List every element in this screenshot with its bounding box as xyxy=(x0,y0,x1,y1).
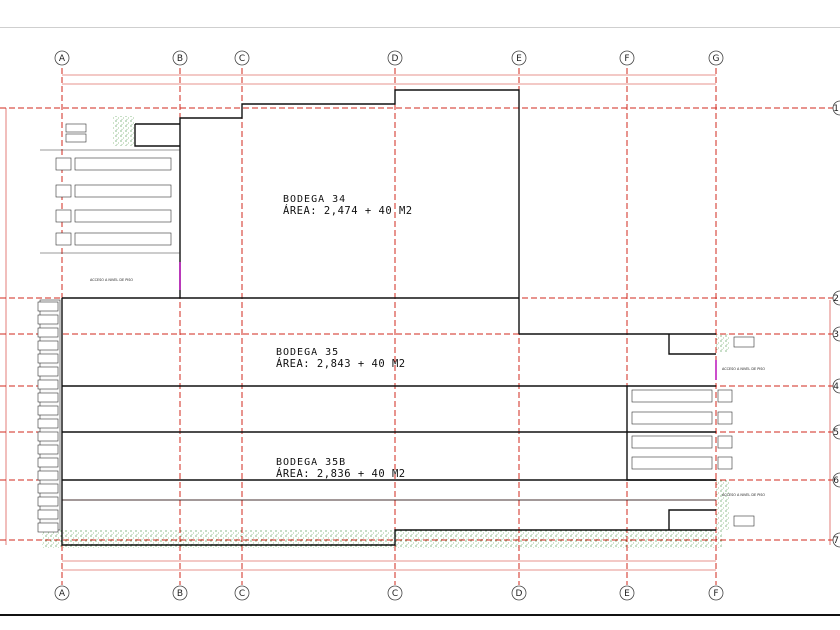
room-area-bodega-35b: ÁREA: 2,836 + 40 M2 xyxy=(276,467,406,480)
floor-plan: A B C D E F G A B C C D E F 1 2 3 4 5 6 … xyxy=(0,50,840,601)
car xyxy=(37,405,59,416)
car xyxy=(37,301,59,312)
grid-label-top-g: G xyxy=(713,54,720,64)
truck-cab xyxy=(55,209,72,223)
access-note-right-bottom: ACCESO A NIVEL DE PISO xyxy=(722,493,765,497)
grid-label-top-a: A xyxy=(59,54,66,64)
truck-cab xyxy=(717,389,733,403)
grid-label-right-6: 6 xyxy=(833,476,839,486)
grid-label-right-4: 4 xyxy=(833,382,839,392)
truck-cab xyxy=(717,456,733,470)
grid-label-top-f: F xyxy=(624,54,629,64)
car xyxy=(37,379,59,390)
grid-label-right-2: 2 xyxy=(833,294,839,304)
truck-trailer xyxy=(631,389,713,403)
car xyxy=(37,522,59,533)
grid-bubbles-top xyxy=(54,50,724,66)
truck-cab xyxy=(55,157,72,171)
room-labels: BODEGA 34 ÁREA: 2,474 + 40 M2 BODEGA 35 … xyxy=(276,194,413,480)
grid-label-bottom-4: C xyxy=(392,589,398,599)
grid-label-bottom-6: E xyxy=(624,589,630,599)
vegetation-right-2 xyxy=(716,480,730,530)
parking-left-upper xyxy=(40,123,181,290)
car xyxy=(65,123,87,133)
truck-trailer xyxy=(74,157,172,171)
grid-label-bottom-5: D xyxy=(516,589,523,599)
car xyxy=(37,483,59,494)
truck-cab xyxy=(55,232,72,246)
truck-trailer xyxy=(631,435,713,449)
truck-trailer xyxy=(631,456,713,470)
grid-label-right-1: 1 xyxy=(833,104,839,114)
truck-cab xyxy=(55,184,72,198)
dimension-lines xyxy=(5,74,831,571)
car xyxy=(37,509,59,520)
car xyxy=(37,444,59,455)
grid-bubbles-bottom xyxy=(54,585,724,601)
car xyxy=(37,327,59,338)
room-name-bodega-34: BODEGA 34 xyxy=(283,194,346,205)
car xyxy=(733,515,755,527)
room-name-bodega-35b: BODEGA 35B xyxy=(276,457,346,468)
vegetation-right-1 xyxy=(716,334,730,352)
grid-labels-right: 1 2 3 4 5 6 7 xyxy=(833,104,839,546)
grid-label-right-5: 5 xyxy=(833,428,839,438)
car xyxy=(37,340,59,351)
top-left-notch xyxy=(134,123,180,147)
window-bottom-border xyxy=(0,614,840,616)
truck-trailer xyxy=(631,411,713,425)
access-note-right-top: ACCESO A NIVEL DE PISO xyxy=(722,367,765,371)
grid-label-bottom-7: F xyxy=(713,589,718,599)
car xyxy=(37,314,59,325)
grid-label-top-d: D xyxy=(392,54,399,64)
grid-label-right-7: 7 xyxy=(833,536,839,546)
truck-cab xyxy=(717,435,733,449)
car xyxy=(37,431,59,442)
truck-trailer xyxy=(74,209,172,223)
car xyxy=(37,496,59,507)
truck-trailer xyxy=(74,184,172,198)
room-area-bodega-34: ÁREA: 2,474 + 40 M2 xyxy=(283,204,413,217)
car xyxy=(37,366,59,377)
access-note-left: ACCESO A NIVEL DE PISO xyxy=(90,278,133,282)
room-area-bodega-35: ÁREA: 2,843 + 40 M2 xyxy=(276,357,406,370)
truck-cab xyxy=(717,411,733,425)
room-name-bodega-35: BODEGA 35 xyxy=(276,347,339,358)
car xyxy=(733,336,755,348)
right-dock-bottom xyxy=(668,509,716,530)
grid-label-bottom-3: C xyxy=(239,589,245,599)
grid-label-bottom-1: A xyxy=(59,589,66,599)
truck-trailer xyxy=(74,232,172,246)
car xyxy=(37,392,59,403)
car xyxy=(37,470,59,481)
grid-label-top-e: E xyxy=(516,54,522,64)
main-building-outline xyxy=(61,297,716,546)
parking-left-column xyxy=(37,299,61,533)
grid-label-bottom-2: B xyxy=(177,589,183,599)
car xyxy=(37,418,59,429)
car xyxy=(65,133,87,143)
grid-label-top-b: B xyxy=(177,54,183,64)
grid-label-top-c: C xyxy=(239,54,245,64)
car xyxy=(37,457,59,468)
car xyxy=(37,353,59,364)
right-dock-top xyxy=(668,334,716,355)
vegetation-top-left xyxy=(113,116,135,146)
grid-label-right-3: 3 xyxy=(833,330,839,340)
